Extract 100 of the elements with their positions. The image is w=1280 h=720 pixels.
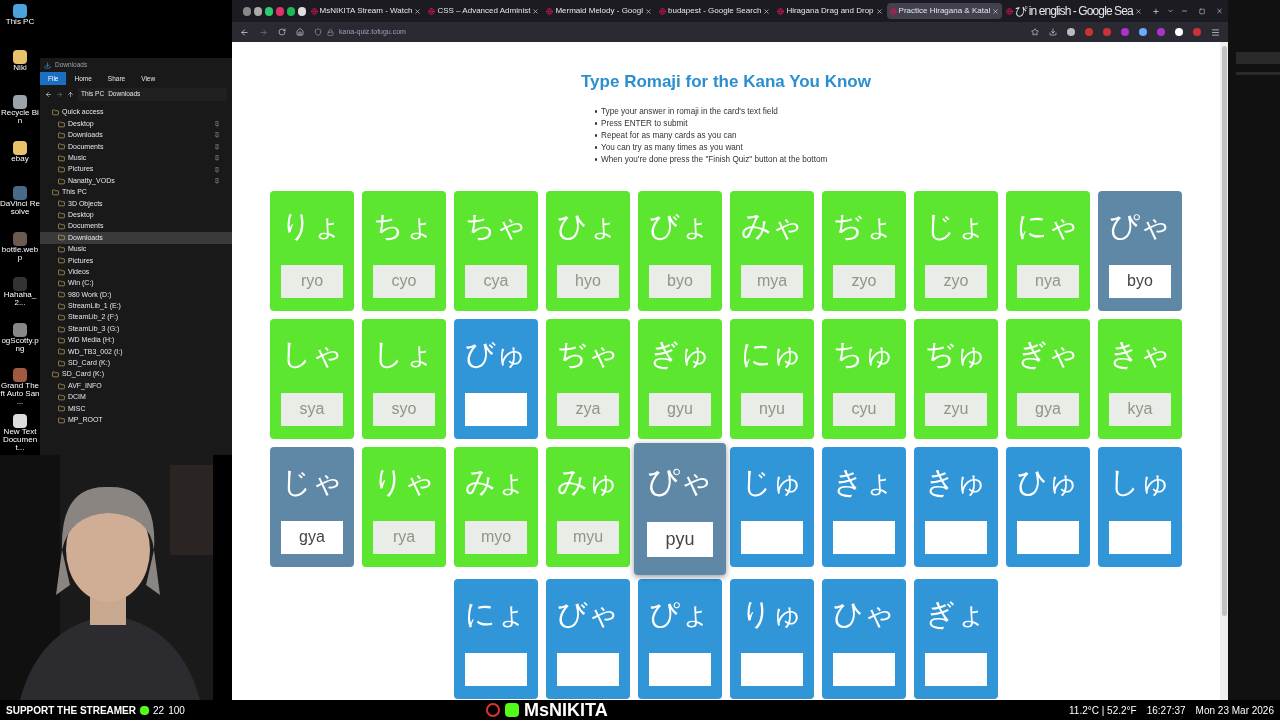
browser-tab[interactable]: budapest - Google Search — [656, 3, 774, 19]
up-icon[interactable] — [67, 90, 74, 98]
kana-character: しゃ — [281, 338, 343, 369]
bookmark-icon[interactable] — [1031, 28, 1039, 36]
folder-icon — [58, 234, 65, 242]
favicon-icon — [428, 7, 436, 15]
close-icon[interactable] — [532, 7, 540, 15]
answer-field[interactable] — [741, 652, 803, 686]
menu-icon[interactable] — [1211, 27, 1220, 37]
back-icon[interactable] — [45, 90, 52, 98]
answer-field[interactable]: byo — [1109, 264, 1171, 298]
kana-character: みゅ — [557, 466, 619, 497]
kana-character: みゃ — [741, 210, 803, 241]
kana-character: ぢゅ — [925, 338, 987, 369]
bullet-icon — [594, 110, 597, 113]
close-window-icon[interactable] — [1215, 7, 1223, 15]
scrollbar[interactable] — [1220, 42, 1228, 700]
download-icon — [44, 61, 51, 69]
desktop-icon[interactable] — [13, 140, 27, 155]
follower-count: 22 — [153, 703, 165, 718]
answer-field[interactable] — [1109, 520, 1171, 554]
extension-icon[interactable] — [1175, 28, 1183, 36]
reload-icon[interactable] — [278, 28, 286, 36]
tab-title: CSS – Advanced Administ — [437, 5, 531, 17]
kana-character: びゅ — [465, 338, 527, 369]
browser-tab[interactable]: Hiragana Drag and Drop — [774, 3, 886, 19]
close-icon[interactable] — [645, 7, 652, 15]
kana-character: ぢゃ — [557, 338, 619, 369]
kana-character: きゃ — [1109, 338, 1171, 369]
folder-icon — [58, 405, 65, 413]
answer-field[interactable] — [465, 652, 527, 686]
browser-tab[interactable]: ぴ in english - Google Sea — [1003, 3, 1145, 19]
desktop-icon-label: ebay — [10, 154, 30, 163]
close-icon[interactable] — [1134, 7, 1142, 15]
kana-character: ひょ — [557, 210, 619, 241]
favicon-icon — [777, 7, 785, 15]
answer-field[interactable] — [557, 652, 619, 686]
folder-icon — [52, 371, 59, 379]
kana-character: きゅ — [925, 466, 987, 497]
desktop-icon[interactable] — [13, 413, 27, 428]
extension-icon[interactable] — [1067, 28, 1075, 36]
desktop-icon[interactable] — [13, 322, 27, 337]
sub-count: 100 — [168, 703, 185, 718]
tab-title: Hiragana Drag and Drop — [786, 5, 874, 17]
browser-tab[interactable]: Mermaid Melody - Googl — [543, 3, 655, 19]
kana-character: しょ — [373, 338, 435, 369]
browser-tab[interactable]: MsNIKITA Stream - Watch — [307, 3, 425, 19]
date-text: Mon 23 Mar 2026 — [1195, 703, 1274, 718]
tab-title: MsNIKITA Stream - Watch — [319, 5, 413, 17]
instruction-text: Repeat for as many cards as you can — [601, 129, 737, 142]
back-icon[interactable] — [240, 27, 249, 37]
desktop-icon-label: bottle.webp — [0, 245, 40, 262]
folder-icon — [52, 109, 59, 117]
folder-icon — [58, 291, 65, 299]
answer-field[interactable] — [1017, 520, 1079, 554]
kana-character: じゅ — [741, 466, 803, 497]
browser-tab[interactable]: Practice Hiragana & Katal — [886, 3, 1003, 19]
answer-field[interactable] — [465, 392, 527, 426]
desktop-icon[interactable] — [13, 49, 27, 64]
answer-field[interactable] — [649, 652, 711, 686]
kana-character: ぴゃ — [1109, 210, 1171, 241]
close-icon[interactable] — [875, 7, 883, 15]
folder-icon — [58, 268, 65, 276]
home-icon[interactable] — [296, 28, 304, 36]
instruction-text: You can try as many times as you want — [601, 141, 743, 154]
channel-name: MsNIKITA — [524, 698, 608, 720]
answer-field[interactable]: pyu — [647, 521, 713, 557]
maximize-icon[interactable] — [1198, 7, 1205, 15]
tab-title: Mermaid Melody - Googl — [555, 5, 643, 17]
answer-field[interactable] — [833, 652, 895, 686]
extension-icon[interactable] — [1139, 28, 1147, 36]
answer-field[interactable] — [925, 652, 987, 686]
page-title: Type Romaji for the Kana You Know — [581, 71, 871, 93]
kana-character: じょ — [925, 210, 987, 241]
answer-field[interactable] — [741, 520, 803, 554]
record-icon — [486, 703, 501, 717]
close-icon[interactable] — [992, 7, 1000, 15]
kana-character: じゃ — [281, 466, 343, 497]
browser-tab[interactable]: CSS – Advanced Administ — [425, 3, 543, 19]
answer-field[interactable] — [833, 520, 895, 554]
tab-title: ぴ in english - Google Sea — [1015, 4, 1133, 18]
folder-icon — [58, 245, 65, 253]
bullet-icon — [594, 158, 597, 161]
support-text: SUPPORT THE STREAMER — [6, 703, 136, 718]
tab-title: Practice Hiragana & Katal — [898, 5, 991, 17]
weather-text: 11.2°C | 52.2°F — [1069, 703, 1137, 718]
new-tab-icon[interactable] — [1151, 6, 1160, 16]
tab-list-icon[interactable] — [1166, 7, 1174, 15]
folder-icon — [58, 280, 65, 288]
download-icon[interactable] — [1049, 28, 1057, 36]
minimize-icon[interactable] — [1180, 7, 1188, 15]
answer-field[interactable]: gya — [281, 520, 343, 554]
forward-icon[interactable] — [259, 27, 268, 37]
folder-icon — [58, 325, 65, 333]
forward-icon[interactable] — [56, 90, 63, 98]
close-icon[interactable] — [763, 7, 771, 15]
close-icon[interactable] — [414, 7, 422, 15]
desktop-icon-label: Hahaha_2... — [2, 291, 38, 307]
answer-field[interactable] — [925, 520, 987, 554]
desktop-icon-label: Niki — [12, 63, 28, 72]
